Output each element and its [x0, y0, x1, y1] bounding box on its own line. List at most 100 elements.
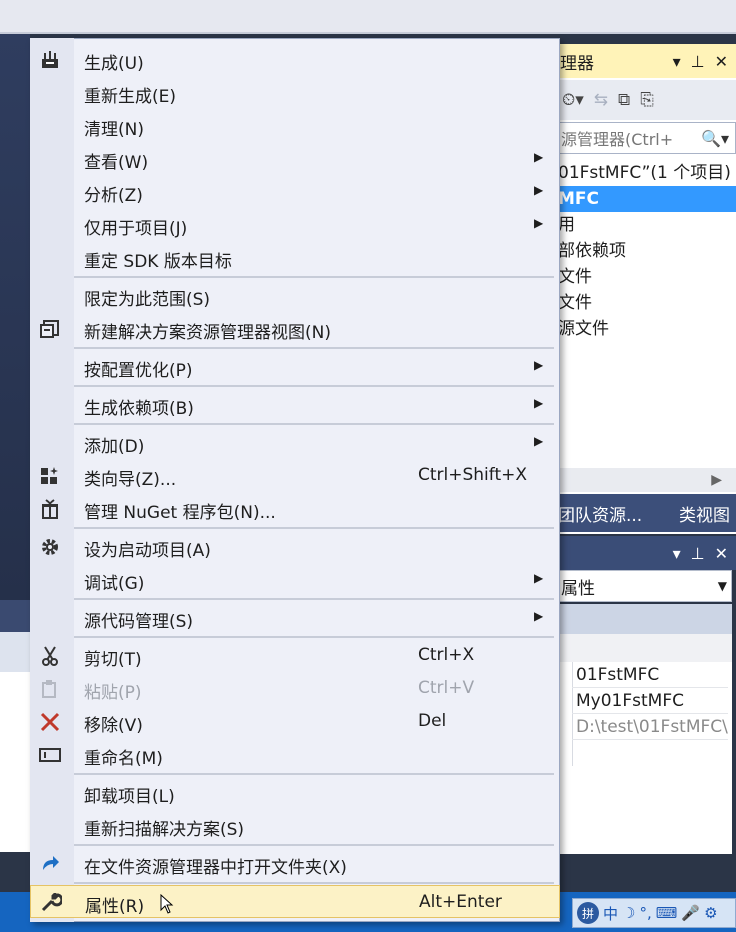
menu-item-label: 源代码管理(S) [84, 612, 194, 632]
property-value[interactable]: My01FstMFC [572, 688, 728, 714]
menu-item-class-wizard[interactable]: 类向导(Z)... Ctrl+Shift+X [30, 459, 560, 492]
new-view-icon [38, 318, 62, 340]
menu-item-label: 粘贴(P) [84, 683, 142, 703]
build-icon [38, 49, 62, 71]
settings-icon[interactable]: ⚙ [704, 904, 717, 922]
dropdown-icon[interactable]: ▾ [673, 544, 681, 563]
properties-icon[interactable]: ⎘ [640, 90, 654, 110]
history-icon[interactable]: ⏲▾ [562, 90, 584, 110]
menu-separator [74, 598, 554, 600]
property-value[interactable]: D:\test\01FstMFC\ [572, 714, 728, 740]
tree-item[interactable]: 部依赖项 [556, 238, 736, 264]
pin-icon[interactable]: ⊥ [691, 52, 705, 71]
ime-logo-icon[interactable]: 拼 [577, 902, 599, 924]
menu-item-label: 卸载项目(L) [84, 787, 175, 807]
tree-item[interactable]: 文件 [556, 264, 736, 290]
output-toolbar [0, 632, 30, 672]
menu-separator [74, 347, 554, 349]
close-icon[interactable]: ✕ [715, 52, 728, 71]
menu-item-build[interactable]: 生成(U) [30, 43, 560, 76]
search-icon[interactable]: 🔍▾ [701, 129, 729, 148]
menu-item-source-control[interactable]: 源代码管理(S) ▶ [30, 601, 560, 634]
top-divider [0, 32, 736, 34]
menu-item-retarget-sdk[interactable]: 重定 SDK 版本目标 [30, 241, 560, 274]
menu-item-label: 属性(R) [85, 897, 145, 917]
tree-item[interactable]: 源文件 [556, 316, 736, 342]
submenu-arrow-icon: ▶ [534, 609, 544, 623]
menu-item-new-explorer-view[interactable]: 新建解决方案资源管理器视图(N) [30, 312, 560, 345]
solution-explorer-search[interactable]: 源管理器(Ctrl+ 🔍▾ [556, 122, 736, 154]
menu-item-open-in-explorer[interactable]: 在文件资源管理器中打开文件夹(X) [30, 847, 560, 880]
pin-icon[interactable]: ⊥ [691, 544, 705, 563]
nuget-icon [38, 498, 62, 520]
menu-item-remove[interactable]: 移除(V) Del [30, 705, 560, 738]
submenu-arrow-icon: ▶ [534, 571, 544, 585]
menu-item-properties[interactable]: 属性(R) Alt+Enter [30, 885, 560, 918]
dropdown-icon[interactable]: ▾ [673, 52, 681, 71]
tree-item[interactable]: 文件 [556, 290, 736, 316]
scissors-icon [38, 645, 62, 667]
solution-explorer-toolbar: ⏲▾ ⇆ ⧉ ⎘ [556, 80, 736, 120]
menu-separator [74, 527, 554, 529]
properties-toolbar [556, 604, 732, 634]
menu-item-view[interactable]: 查看(W) ▶ [30, 142, 560, 175]
solution-tree: 01FstMFC”(1 个项目) MFC 用 部依赖项 文件 文件 源文件 [556, 160, 736, 342]
tab-team-explorer[interactable]: 团队资源... [558, 501, 642, 526]
menu-item-label: 重新扫描解决方案(S) [84, 820, 245, 840]
properties-object-selector[interactable]: 属性 ▼ [556, 570, 732, 602]
menu-item-paste: 粘贴(P) Ctrl+V [30, 672, 560, 705]
class-wizard-icon [38, 465, 62, 487]
menu-item-shortcut: Ctrl+Shift+X [418, 465, 528, 485]
paste-icon [38, 678, 62, 700]
sync-icon[interactable]: ⇆ [594, 90, 608, 110]
solution-explorer-header: 理器 ▾ ⊥ ✕ [556, 44, 736, 78]
menu-item-label: 查看(W) [84, 153, 149, 173]
rename-icon [38, 744, 62, 766]
menu-item-shortcut: Alt+Enter [419, 892, 502, 912]
menu-item-set-startup[interactable]: 设为启动项目(A) [30, 530, 560, 563]
menu-separator [74, 385, 554, 387]
menu-item-rescan-solution[interactable]: 重新扫描解决方案(S) [30, 809, 560, 842]
menu-item-label: 设为启动项目(A) [84, 541, 211, 561]
menu-item-cut[interactable]: 剪切(T) Ctrl+X [30, 639, 560, 672]
menu-item-rebuild[interactable]: 重新生成(E) [30, 76, 560, 109]
tree-item[interactable]: 用 [556, 212, 736, 238]
menu-item-unload-project[interactable]: 卸载项目(L) [30, 776, 560, 809]
scroll-right-icon[interactable]: ▶ [711, 472, 722, 488]
mouse-cursor-icon [160, 894, 174, 914]
menu-item-label: 新建解决方案资源管理器视图(N) [84, 323, 331, 343]
gear-icon [38, 536, 62, 558]
menu-item-label: 按配置优化(P) [84, 361, 193, 381]
menu-item-scope-to-this[interactable]: 限定为此范围(S) [30, 279, 560, 312]
moon-icon[interactable]: ☽ [622, 904, 635, 922]
menu-item-add[interactable]: 添加(D) ▶ [30, 426, 560, 459]
microphone-icon[interactable]: 🎤 [681, 904, 700, 922]
ime-language[interactable]: 中 [603, 903, 618, 924]
tab-class-view[interactable]: 类视图 [679, 501, 730, 526]
menu-item-manage-nuget[interactable]: 管理 NuGet 程序包(N)... [30, 492, 560, 525]
menu-separator [74, 276, 554, 278]
menu-item-rename[interactable]: 重命名(M) [30, 738, 560, 771]
menu-item-clean[interactable]: 清理(N) [30, 109, 560, 142]
submenu-arrow-icon: ▶ [534, 183, 544, 197]
menu-item-project-only[interactable]: 仅用于项目(J) ▶ [30, 208, 560, 241]
horizontal-scrollbar[interactable]: ▶ [556, 468, 736, 492]
punctuation-icon[interactable]: °, [639, 904, 651, 922]
menu-item-debug[interactable]: 调试(G) ▶ [30, 563, 560, 596]
submenu-arrow-icon: ▶ [534, 358, 544, 372]
keyboard-icon[interactable]: ⌨ [656, 904, 678, 922]
submenu-arrow-icon: ▶ [534, 396, 544, 410]
submenu-arrow-icon: ▶ [534, 434, 544, 448]
menu-item-build-dependencies[interactable]: 生成依赖项(B) ▶ [30, 388, 560, 421]
property-value[interactable]: 01FstMFC [572, 662, 728, 688]
tree-item[interactable]: 01FstMFC”(1 个项目) [556, 160, 736, 186]
collapse-icon[interactable]: ⧉ [618, 90, 630, 110]
menu-item-label: 重定 SDK 版本目标 [84, 252, 232, 272]
remove-icon [38, 711, 62, 733]
tree-item-selected[interactable]: MFC [556, 186, 736, 212]
menu-item-profile-guided[interactable]: 按配置优化(P) ▶ [30, 350, 560, 383]
menu-item-label: 清理(N) [84, 120, 144, 140]
chevron-down-icon[interactable]: ▼ [718, 579, 727, 593]
close-icon[interactable]: ✕ [715, 544, 728, 563]
menu-item-analyze[interactable]: 分析(Z) ▶ [30, 175, 560, 208]
